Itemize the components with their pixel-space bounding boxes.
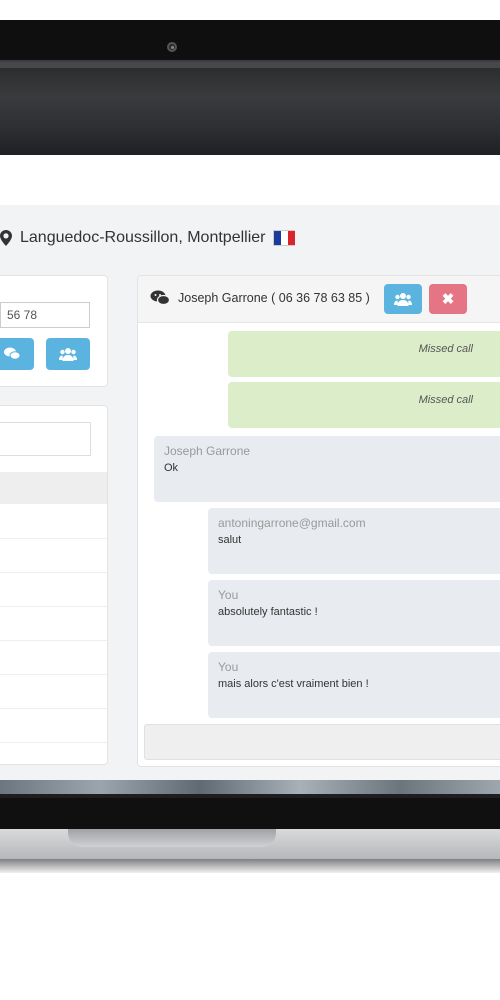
add-participant-button[interactable] xyxy=(384,284,422,314)
list-item[interactable] xyxy=(0,742,107,764)
chat-icon xyxy=(4,347,20,360)
list-item[interactable] xyxy=(0,504,107,539)
chat-panel: Joseph Garrone ( 06 36 78 63 85 ) ✖ Miss… xyxy=(137,275,500,767)
bezel-top xyxy=(0,20,500,62)
france-flag-icon xyxy=(273,230,296,246)
message-bubble: You absolutely fantastic ! xyxy=(208,580,500,646)
app-screen: Languedoc-Roussillon, Montpellier 56 78 … xyxy=(0,155,500,780)
message-bubble: Missed call xyxy=(228,382,500,428)
wechat-icon xyxy=(150,290,170,306)
webcam-icon xyxy=(167,42,177,52)
users-icon xyxy=(394,293,412,306)
contacts-search-input[interactable] xyxy=(0,422,91,456)
background-image-strip xyxy=(0,780,500,794)
list-item[interactable] xyxy=(0,572,107,607)
contacts-panel xyxy=(0,405,108,765)
top-bar xyxy=(0,155,500,206)
message-sender: antoningarrone@gmail.com xyxy=(218,516,366,530)
message-sender: Joseph Garrone xyxy=(164,444,251,458)
list-item[interactable] xyxy=(0,606,107,641)
message-sender: You xyxy=(218,660,239,674)
message-text: Missed call xyxy=(418,343,473,355)
laptop-bezel xyxy=(0,20,500,160)
laptop-lower-bezel xyxy=(0,794,500,829)
chat-button[interactable] xyxy=(0,338,34,370)
message-bubble: Joseph Garrone Ok xyxy=(154,436,500,502)
laptop-shadow xyxy=(0,859,500,873)
map-pin-icon xyxy=(0,230,12,246)
bezel-glare xyxy=(0,60,500,68)
message-bubble: Missed call xyxy=(228,331,500,377)
users-icon xyxy=(59,348,77,361)
message-text: absolutely fantastic ! xyxy=(218,606,318,618)
message-bubble: antoningarrone@gmail.com salut xyxy=(208,508,500,574)
list-item[interactable] xyxy=(0,640,107,675)
location-display: Languedoc-Roussillon, Montpellier xyxy=(0,223,296,253)
close-chat-button[interactable]: ✖ xyxy=(429,284,467,314)
close-icon: ✖ xyxy=(441,291,455,308)
message-input[interactable] xyxy=(144,724,500,760)
list-item[interactable] xyxy=(0,674,107,709)
message-sender: You xyxy=(218,588,239,602)
phone-number-input[interactable] xyxy=(0,302,90,328)
message-text: mais alors c'est vraiment bien ! xyxy=(218,678,369,690)
group-button[interactable] xyxy=(46,338,90,370)
location-text: Languedoc-Roussillon, Montpellier xyxy=(20,229,266,246)
chat-title: Joseph Garrone ( 06 36 78 63 85 ) xyxy=(178,291,370,305)
message-text: salut xyxy=(218,534,242,546)
message-text: Missed call xyxy=(418,394,473,406)
contacts-table-header xyxy=(0,472,107,504)
laptop-hinge-notch xyxy=(68,829,276,847)
list-item[interactable] xyxy=(0,538,107,573)
chat-header: Joseph Garrone ( 06 36 78 63 85 ) ✖ xyxy=(138,276,500,323)
message-bubble: You mais alors c'est vraiment bien ! xyxy=(208,652,500,718)
message-text: Ok xyxy=(164,462,179,474)
list-item[interactable] xyxy=(0,708,107,743)
dialer-panel xyxy=(0,275,108,387)
